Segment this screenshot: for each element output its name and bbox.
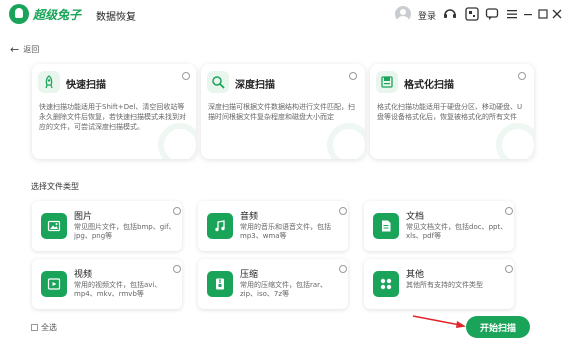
format-icon [376, 71, 398, 93]
start-scan-button[interactable]: 开始扫描 [466, 316, 530, 338]
brand-name: 超级兔子 [33, 8, 82, 22]
back-button[interactable]: ← 返回 [10, 43, 39, 56]
headset-icon[interactable] [441, 5, 459, 23]
rabbit-logo-icon [9, 4, 29, 24]
file-type-checkbox[interactable] [339, 207, 347, 215]
file-type-desc: 其他所有支持的文件类型 [406, 281, 483, 289]
scan-mode-deep[interactable]: 深度扫描 深度扫描可根据文件数据结构进行文件匹配，扫描时间根据文件复杂程度和磁盘… [201, 64, 365, 159]
document-icon [373, 213, 399, 239]
scan-mode-radio[interactable] [349, 72, 357, 80]
scan-mode-radio[interactable] [182, 72, 190, 80]
file-type-title: 音频 [240, 212, 259, 222]
file-type-archive[interactable]: 压缩 常用的压缩文件，包括rar、zip、iso、7z等 [198, 259, 348, 309]
scan-mode-format[interactable]: 格式化扫描 格式化扫描功能适用于硬盘分区、移动硬盘、U盘等设备格式化后，恢复被格… [370, 64, 534, 159]
scan-mode-radio[interactable] [518, 72, 526, 80]
file-type-other[interactable]: 其他 其他所有支持的文件类型 [364, 259, 514, 309]
scan-mode-title: 格式化扫描 [404, 80, 454, 91]
file-type-checkbox[interactable] [505, 207, 513, 215]
image-icon [41, 213, 67, 239]
scan-mode-desc: 快速扫描功能适用于Shift+Del、清空回收站等永久删除文件后恢复，若快速扫描… [39, 103, 186, 131]
magnifier-icon [207, 71, 229, 93]
card-decoration [327, 123, 365, 159]
scan-mode-quick[interactable]: 快速扫描 快速扫描功能适用于Shift+Del、清空回收站等永久删除文件后恢复，… [32, 64, 196, 159]
login-link[interactable]: 登录 [418, 9, 436, 22]
message-icon[interactable] [483, 5, 501, 23]
scan-mode-title: 深度扫描 [235, 80, 275, 91]
other-icon [373, 271, 399, 297]
file-type-section-label: 选择文件类型 [31, 182, 79, 191]
file-type-desc: 常用的音乐和语音文件，包括mp3、wma等 [240, 223, 331, 240]
file-type-title: 其他 [406, 270, 425, 280]
file-type-video[interactable]: 视频 常用的视频文件，包括avi、mp4、mkv、rmvb等 [32, 259, 182, 309]
scan-mode-title: 快速扫描 [66, 80, 106, 91]
file-type-desc: 常用的压缩文件，包括rar、zip、iso、7z等 [240, 281, 328, 298]
file-type-checkbox[interactable] [505, 265, 513, 273]
file-type-checkbox[interactable] [339, 265, 347, 273]
file-type-title: 文档 [406, 212, 425, 222]
file-type-checkbox[interactable] [173, 265, 181, 273]
file-type-title: 视频 [74, 270, 93, 280]
select-all-label: 全选 [41, 323, 57, 332]
music-icon [207, 213, 233, 239]
scan-mode-desc: 深度扫描可根据文件数据结构进行文件匹配，扫描时间根据文件复杂程度和磁盘大小而定 [208, 103, 355, 121]
scan-mode-desc: 格式化扫描功能适用于硬盘分区、移动硬盘、U盘等设备格式化后，恢复被格式化的所有文… [377, 103, 523, 121]
file-type-audio[interactable]: 音频 常用的音乐和语音文件，包括mp3、wma等 [198, 201, 348, 251]
file-type-desc: 常用的视频文件，包括avi、mp4、mkv、rmvb等 [74, 281, 162, 298]
file-type-document[interactable]: 文档 常见文档文件，包括doc、ppt、xls、pdf等 [364, 201, 514, 251]
rocket-icon [38, 71, 60, 93]
file-type-desc: 常见文档文件，包括doc、ppt、xls、pdf等 [406, 223, 508, 240]
file-type-desc: 常见图片文件，包括bmp、gif、jpg、png等 [74, 223, 176, 240]
select-all-checkbox[interactable]: 全选 [31, 322, 57, 333]
app-name: 数据恢复 [96, 12, 136, 23]
close-icon[interactable] [548, 5, 564, 23]
file-type-title: 压缩 [240, 270, 259, 280]
back-label: 返回 [23, 45, 40, 54]
annotation-arrow-icon [412, 315, 466, 328]
arrow-left-icon: ← [10, 43, 20, 56]
checkbox-box[interactable] [31, 324, 38, 331]
avatar-icon[interactable] [395, 6, 411, 22]
title-bar: 超级兔子 数据恢复 登录 [0, 0, 564, 30]
archive-icon [207, 271, 233, 297]
qrcode-icon[interactable] [463, 5, 481, 23]
file-type-image[interactable]: 图片 常见图片文件，包括bmp、gif、jpg、png等 [32, 201, 182, 251]
file-type-checkbox[interactable] [173, 207, 181, 215]
file-type-title: 图片 [74, 212, 93, 222]
card-decoration [496, 123, 534, 159]
video-icon [41, 271, 67, 297]
